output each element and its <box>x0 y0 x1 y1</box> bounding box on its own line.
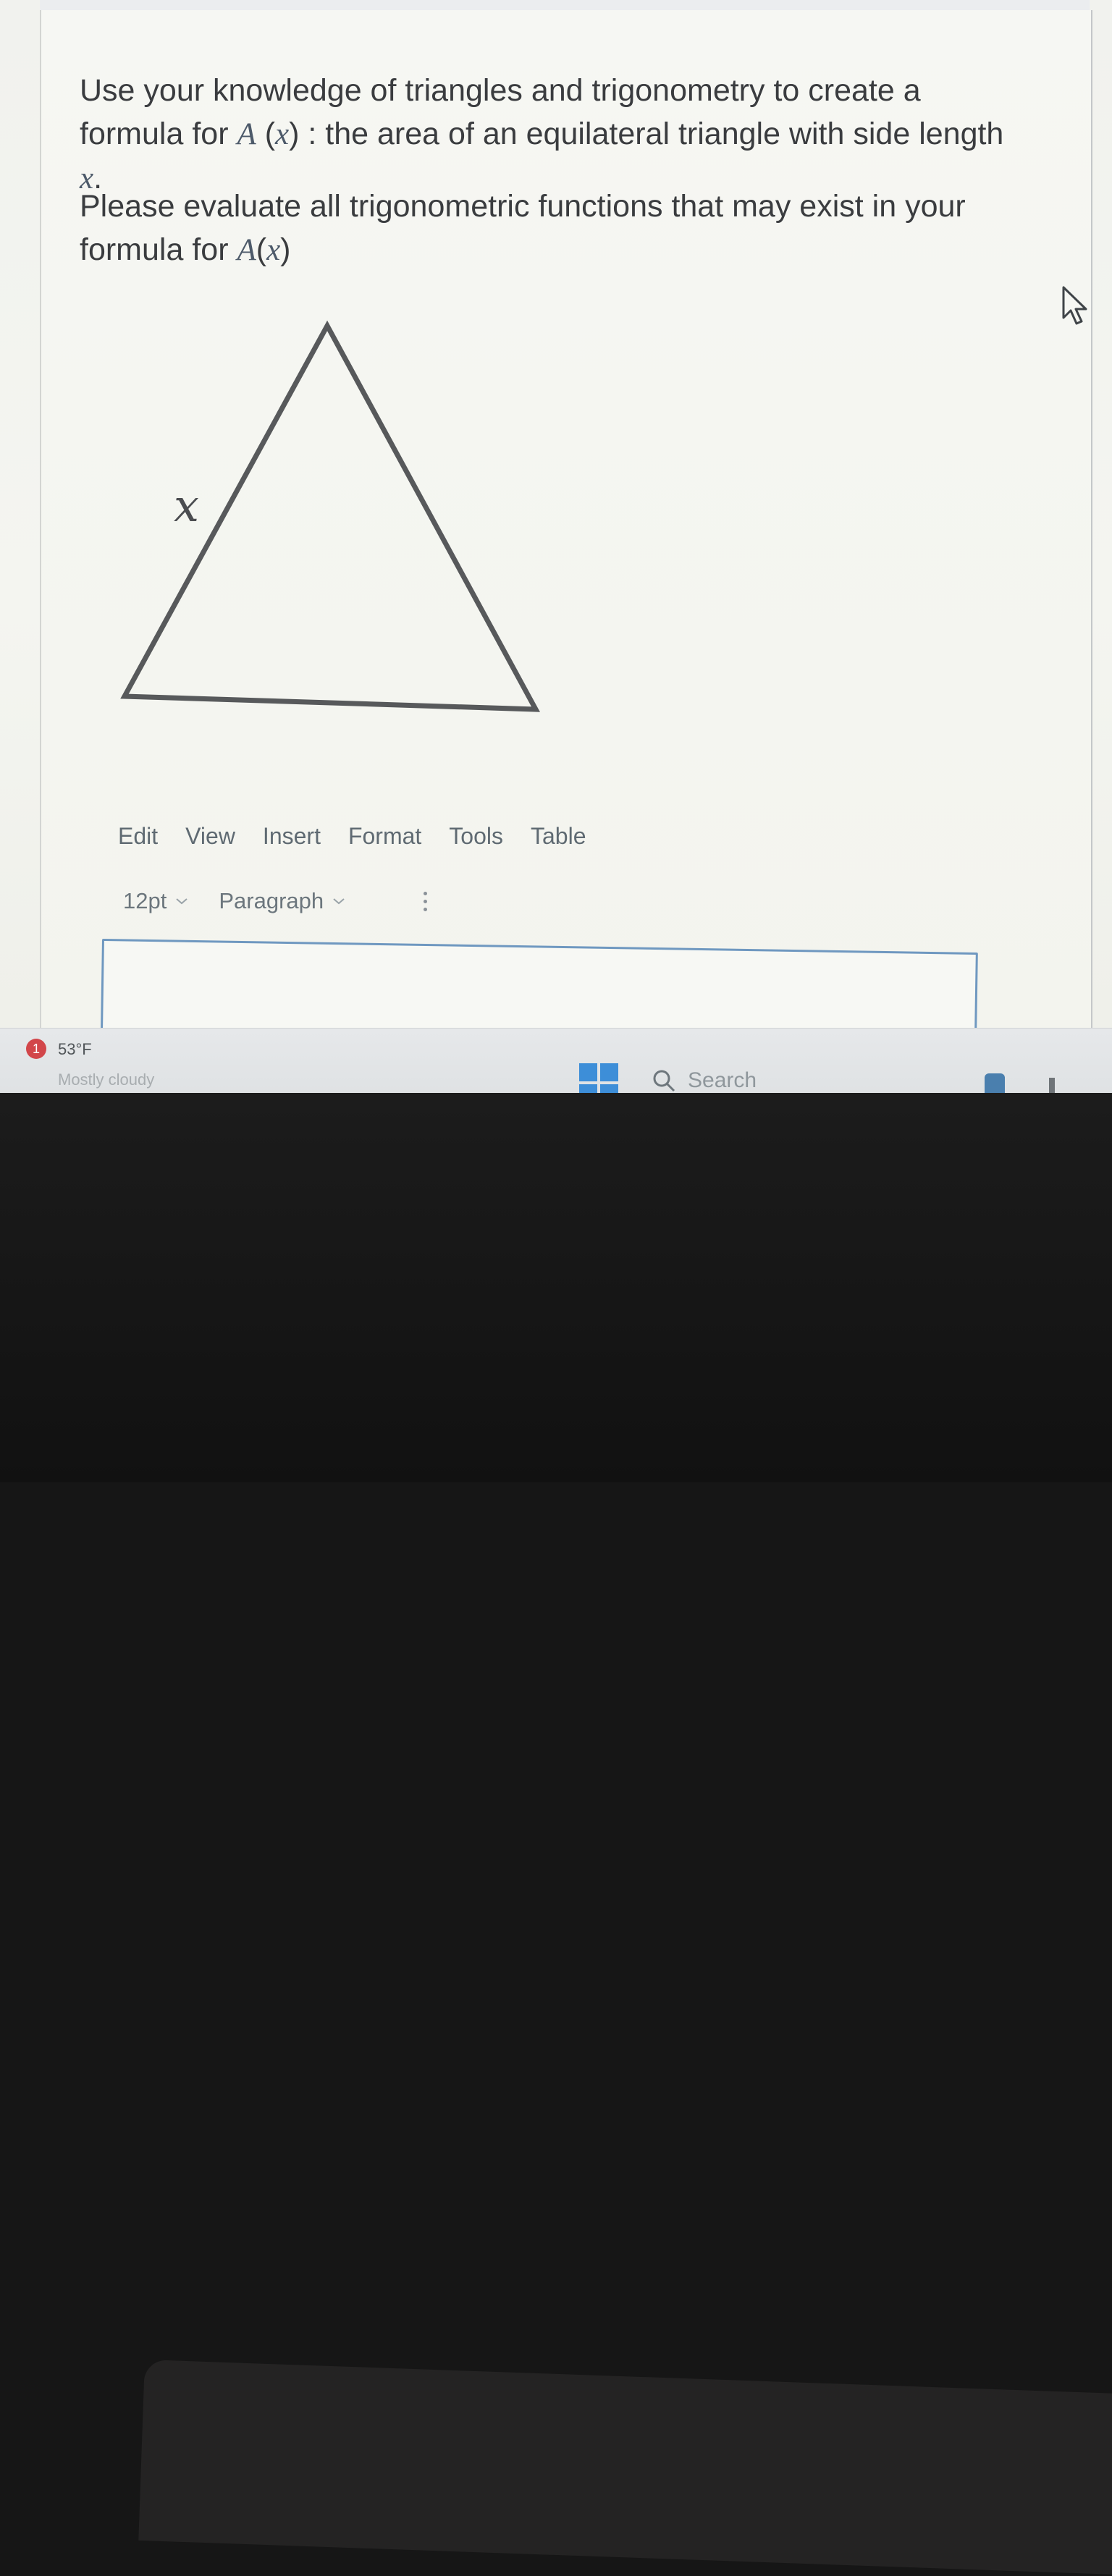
taskbar: 1 53°F Mostly cloudy Search <box>0 1028 1112 1093</box>
notification-badge: 1 <box>26 1039 46 1059</box>
math-paren-open-2: ( <box>256 232 267 267</box>
search-label: Search <box>688 1068 757 1092</box>
system-tray <box>941 1072 1071 1093</box>
chevron-down-icon <box>176 898 188 905</box>
menu-insert[interactable]: Insert <box>263 823 321 850</box>
editor-toolbar: 12pt Paragraph <box>123 883 500 919</box>
search-icon <box>653 1070 675 1092</box>
l-app-icon[interactable] <box>1045 1073 1074 1093</box>
block-format-select[interactable]: Paragraph <box>219 888 345 914</box>
math-variable-x-3: x <box>266 233 281 267</box>
weather-widget[interactable]: 1 53°F Mostly cloudy <box>20 1036 208 1089</box>
more-options-icon[interactable] <box>419 887 431 916</box>
font-size-select[interactable]: 12pt <box>123 888 188 914</box>
instruction-text: Please evaluate all trigonometric functi… <box>80 189 966 267</box>
menu-edit[interactable]: Edit <box>118 823 158 850</box>
weather-temperature: 53°F <box>58 1040 92 1058</box>
chevron-down-icon <box>333 898 345 905</box>
mouse-pointer-icon <box>1062 286 1087 325</box>
weather-condition: Mostly cloudy <box>58 1070 155 1089</box>
windows-start-icon[interactable] <box>579 1063 618 1093</box>
question-prompt-text-2: : the area of an equilateral triangle wi… <box>299 117 1004 151</box>
font-size-value: 12pt <box>123 888 167 913</box>
math-paren-open: ( <box>256 117 276 151</box>
question-prompt: Use your knowledge of triangles and trig… <box>80 69 1021 200</box>
math-function-a: A <box>237 117 256 151</box>
question-instruction: Please evaluate all trigonometric functi… <box>80 185 1021 272</box>
math-variable-x: x <box>275 117 290 151</box>
menu-format[interactable]: Format <box>348 823 421 850</box>
laptop-keyboard-deck <box>138 2360 1112 2576</box>
side-label-x: x <box>174 479 199 532</box>
menu-view[interactable]: View <box>185 823 235 850</box>
laptop-bezel <box>0 1093 1112 2576</box>
editor-menu-bar: Edit View Insert Format Tools Table <box>118 818 625 854</box>
app-icon[interactable] <box>985 1073 1005 1093</box>
menu-tools[interactable]: Tools <box>449 823 503 850</box>
equilateral-triangle-figure: x <box>120 320 540 712</box>
block-format-value: Paragraph <box>219 888 324 913</box>
math-paren-close-2: ) <box>280 232 291 267</box>
laptop-screen: Use your knowledge of triangles and trig… <box>0 0 1112 1093</box>
math-paren-close: ) <box>289 117 300 151</box>
math-function-a-2: A <box>237 233 256 267</box>
taskbar-search[interactable]: Search <box>652 1059 963 1093</box>
menu-table[interactable]: Table <box>531 823 586 850</box>
